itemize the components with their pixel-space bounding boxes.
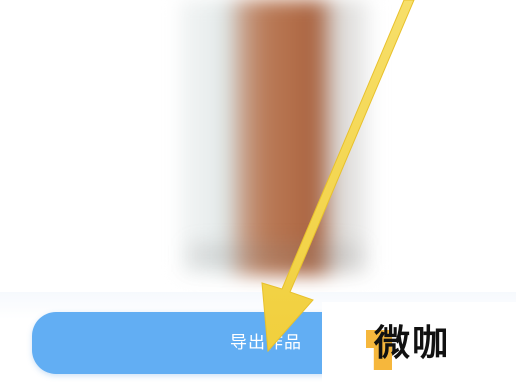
preview-blurred-photo <box>180 0 370 275</box>
preview-shadow <box>190 245 360 265</box>
watermark-logo: 微咖 <box>322 302 516 383</box>
watermark-text: 微咖 <box>374 323 451 364</box>
work-preview-image <box>180 0 370 280</box>
